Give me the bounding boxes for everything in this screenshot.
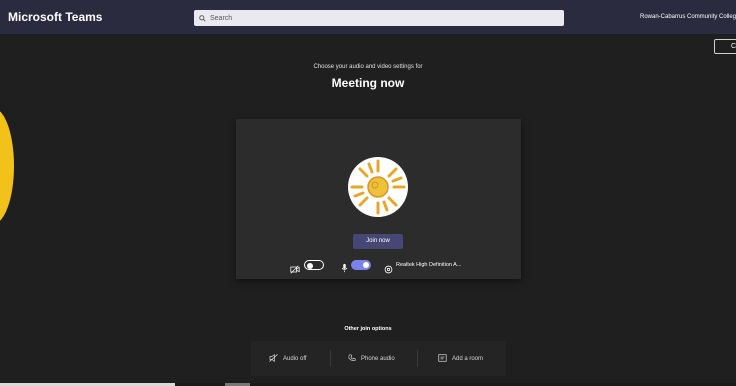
organization-name[interactable]: Rowan-Cabarrus Community College xyxy=(640,0,736,34)
audio-device-label[interactable]: Realtek High Definition A... xyxy=(396,262,461,268)
add-room-option[interactable]: Add a room xyxy=(438,341,483,376)
phone-icon xyxy=(348,353,361,364)
camera-toggle[interactable] xyxy=(304,260,324,270)
other-join-options: Audio off Phone audio Add a room xyxy=(251,341,506,376)
other-join-options-title: Other join options xyxy=(344,326,392,332)
audio-off-label: Audio off xyxy=(283,355,307,362)
app-title: Microsoft Teams xyxy=(8,10,103,24)
room-icon xyxy=(438,353,452,364)
phone-audio-option[interactable]: Phone audio xyxy=(348,341,395,376)
video-preview-panel: Join now Realtek High Definition A... xyxy=(236,119,521,279)
speaker-off-icon xyxy=(269,353,283,364)
phone-audio-label: Phone audio xyxy=(361,355,395,362)
meeting-title: Meeting now xyxy=(331,76,405,90)
close-button[interactable]: Cl xyxy=(714,39,736,54)
audio-off-option[interactable]: Audio off xyxy=(269,341,307,376)
desktop-decoration xyxy=(0,108,14,224)
join-now-button[interactable]: Join now xyxy=(353,234,403,249)
microphone-icon xyxy=(341,260,348,278)
add-room-label: Add a room xyxy=(452,355,484,362)
divider xyxy=(330,350,331,367)
divider xyxy=(417,350,418,367)
sun-avatar-icon xyxy=(350,159,406,215)
search-input[interactable]: Search xyxy=(210,15,232,22)
top-bar: Microsoft Teams Search Rowan-Cabarrus Co… xyxy=(0,0,736,34)
prejoin-subtitle: Choose your audio and video settings for xyxy=(313,64,423,70)
search-icon xyxy=(199,14,206,22)
settings-icon[interactable] xyxy=(384,261,393,279)
microphone-toggle[interactable] xyxy=(351,260,371,270)
device-controls: Realtek High Definition A... xyxy=(236,260,521,274)
search-box[interactable]: Search xyxy=(194,10,564,26)
camera-off-icon xyxy=(290,261,300,279)
avatar xyxy=(348,157,408,217)
